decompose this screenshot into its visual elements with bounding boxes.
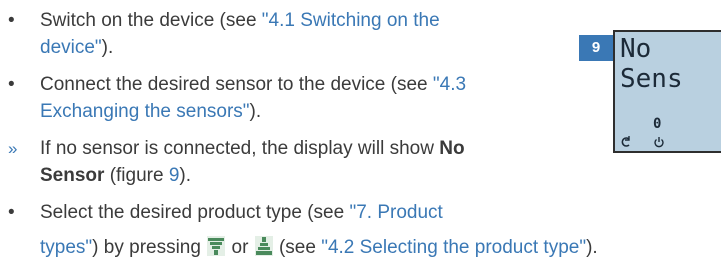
display-value: 0 — [653, 116, 662, 132]
display-text: No Sens — [620, 34, 683, 94]
link-product-types[interactable]: "7. Product — [349, 202, 442, 223]
figure-number-badge: 9 — [579, 35, 613, 61]
step-text: Connect the desired sensor to the device… — [40, 74, 433, 95]
bold-term: No — [439, 138, 465, 159]
link-switching-on[interactable]: "4.1 Switching on the — [262, 10, 440, 31]
product-down-button-icon — [207, 236, 226, 256]
step-text: (figure — [104, 165, 169, 186]
result-marker: » — [8, 139, 18, 158]
link-selecting-product-type[interactable]: "4.2 Selecting the product type" — [321, 237, 586, 258]
step-text: ). — [586, 237, 598, 258]
step-text: ) by pressing — [92, 237, 207, 258]
link-figure-9[interactable]: 9 — [169, 165, 180, 186]
step-text: or — [226, 237, 254, 258]
link-product-types-cont[interactable]: types" — [40, 237, 92, 258]
step-text: ). — [249, 101, 262, 122]
step-text: Switch on the device (see — [40, 10, 262, 31]
bullet-marker: • — [8, 202, 15, 223]
step-text: If no sensor is connected, the display w… — [40, 138, 440, 159]
link-exchanging-sensors-cont[interactable]: Exchanging the sensors" — [40, 101, 250, 122]
step-text: (see — [273, 237, 322, 258]
power-icon — [654, 137, 664, 148]
product-up-button-icon — [254, 236, 273, 256]
step-text: ). — [179, 165, 192, 186]
link-exchanging-sensors[interactable]: "4.3 — [433, 74, 466, 95]
bullet-marker: • — [8, 74, 15, 95]
bold-term: Sensor — [40, 165, 105, 186]
bullet-marker: • — [8, 10, 15, 31]
link-switching-on-cont[interactable]: device" — [40, 37, 102, 58]
step-text: Select the desired product type (see — [40, 202, 350, 223]
rotate-icon — [621, 136, 630, 147]
device-display: No Sens 0 — [613, 30, 721, 153]
step-text: ). — [101, 37, 114, 58]
